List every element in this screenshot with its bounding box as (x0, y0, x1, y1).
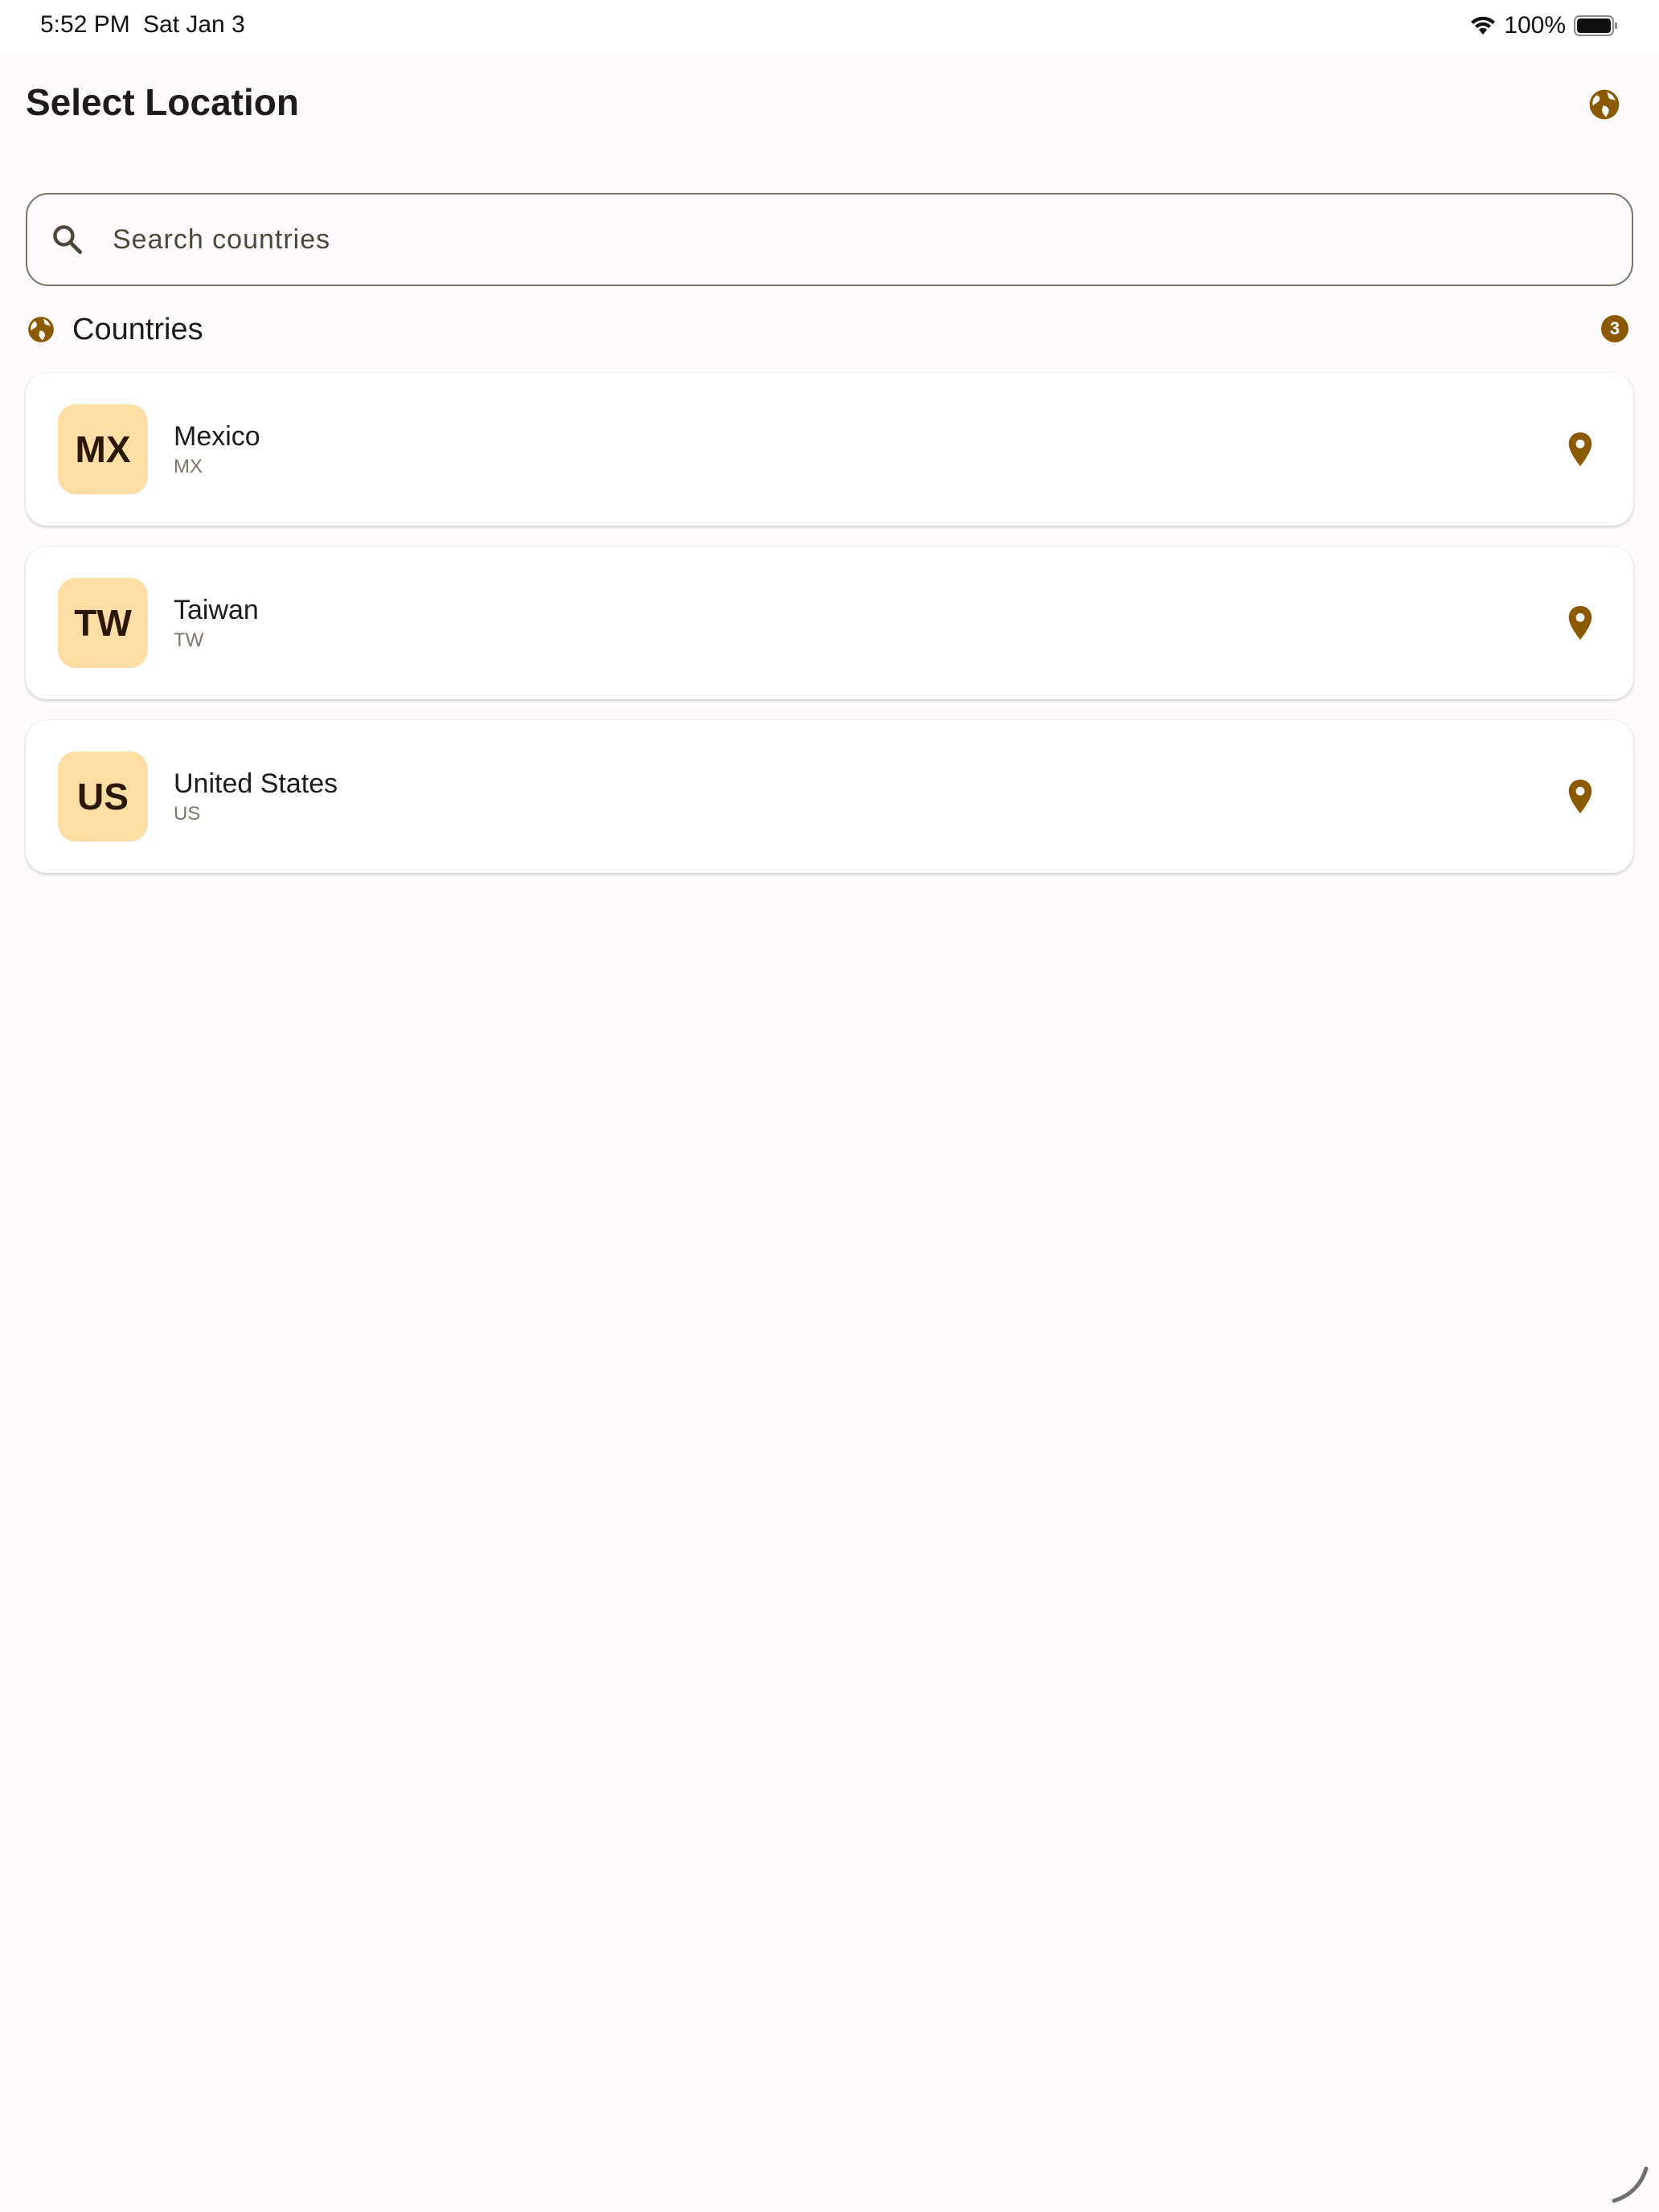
location-pin-icon (1568, 780, 1592, 813)
country-text: Mexico MX (174, 421, 260, 478)
page-title: Select Location (26, 81, 299, 123)
location-pin-icon (1568, 432, 1592, 466)
globe-icon (1589, 89, 1620, 120)
country-code: TW (174, 629, 204, 651)
status-date: Sat Jan 3 (143, 11, 245, 38)
globe-button[interactable] (1582, 82, 1627, 127)
search-input[interactable] (113, 223, 1559, 256)
section-title: Countries (72, 312, 203, 346)
status-bar: 5:52 PM Sat Jan 3 100% (0, 0, 1659, 51)
wifi-icon (1471, 16, 1496, 35)
globe-icon (28, 317, 54, 342)
country-name: Taiwan (174, 594, 259, 625)
corner-resize-handle[interactable] (1609, 2164, 1651, 2206)
count-badge: 3 (1601, 315, 1628, 342)
country-list: MX Mexico MX TW Taiwan TW US United Stat… (26, 373, 1633, 894)
location-pin-icon (1568, 606, 1592, 640)
country-name: United States (174, 768, 338, 799)
status-indicators: 100% (1470, 10, 1619, 42)
battery-icon (1574, 15, 1617, 36)
countries-section-header: Countries 3 (26, 309, 1633, 350)
battery-percent: 100% (1504, 12, 1566, 39)
country-avatar: US (58, 752, 148, 842)
country-avatar: TW (58, 578, 148, 668)
country-text: Taiwan TW (174, 595, 259, 652)
status-time: 5:52 PM (40, 11, 130, 38)
country-code: MX (174, 455, 203, 477)
search-bar[interactable] (26, 193, 1633, 286)
country-text: United States US (174, 768, 338, 825)
country-item-taiwan[interactable]: TW Taiwan TW (26, 547, 1633, 699)
country-code: US (174, 802, 201, 825)
country-name: Mexico (174, 420, 260, 452)
country-item-united-states[interactable]: US United States US (26, 720, 1633, 873)
search-icon (53, 225, 82, 254)
app-bar: Select Location (0, 51, 1659, 156)
country-avatar: MX (58, 404, 148, 494)
country-item-mexico[interactable]: MX Mexico MX (26, 373, 1633, 526)
